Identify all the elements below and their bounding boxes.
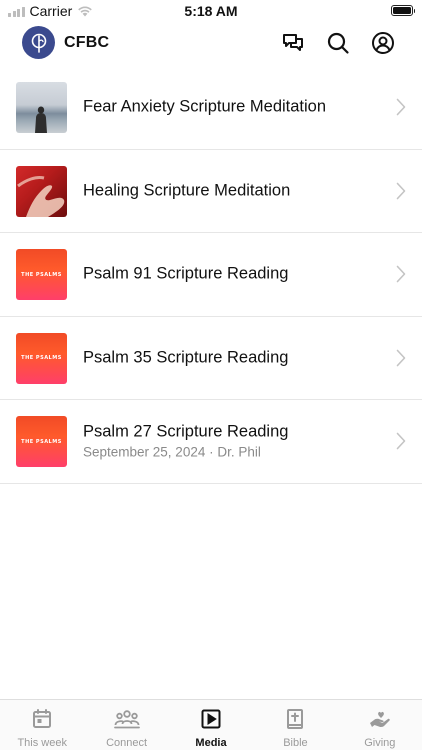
thumbnail-label: THE PSALMS [21,355,62,361]
account-icon[interactable] [371,31,395,55]
app-header: CFBC [0,24,422,64]
tab-label: Media [195,737,227,749]
logo-mark-icon [31,33,46,53]
tab-label: Giving [364,737,396,749]
thumbnail-label: THE PSALMS [21,438,62,445]
media-thumbnail [16,165,67,217]
calendar-icon [31,708,53,730]
item-title: Fear Anxiety Scripture Meditation [83,97,327,116]
item-text: Psalm 91 Scripture Reading [83,265,382,284]
giving-hand-icon [369,708,391,730]
tab-label: Connect [106,737,148,749]
chevron-right-icon [396,432,406,450]
tab-bible[interactable]: Bible [253,700,337,750]
media-list-item[interactable]: Healing Scripture Meditation [0,150,422,233]
tab-giving[interactable]: Giving [338,700,422,750]
status-bar: Carrier 5:18 AM [0,0,422,22]
battery-icon [391,5,415,16]
play-icon [200,708,222,730]
chevron-right-icon [396,265,406,283]
media-list: Fear Anxiety Scripture Meditation Healin… [0,66,422,484]
status-time: 5:18 AM [184,3,238,19]
church-logo[interactable] [22,26,55,59]
item-text: Psalm 27 Scripture Reading September 25,… [83,423,382,460]
media-list-item[interactable]: THE PSALMS Psalm 35 Scripture Reading [0,317,422,400]
media-list-item[interactable]: Fear Anxiety Scripture Meditation [0,66,422,150]
people-icon [113,708,140,730]
thumbnail-label: THE PSALMS [21,271,62,278]
chevron-right-icon [396,182,406,200]
media-thumbnail: THE PSALMS [16,249,67,300]
tab-bar: This week Connect Media Bible Giving [0,699,422,750]
app-title: CFBC [64,34,110,51]
media-thumbnail [16,82,67,133]
media-list-item[interactable]: THE PSALMS Psalm 27 Scripture Reading Se… [0,400,422,484]
item-title: Healing Scripture Meditation [83,181,291,200]
tab-this-week[interactable]: This week [0,700,84,750]
chevron-right-icon [396,349,406,367]
media-list-item[interactable]: THE PSALMS Psalm 91 Scripture Reading [0,233,422,317]
item-subtitle: September 25, 2024 · Dr. Phil [83,444,261,460]
item-text: Fear Anxiety Scripture Meditation [83,98,382,117]
search-icon[interactable] [326,31,350,55]
media-thumbnail: THE PSALMS [16,332,67,384]
tab-label: This week [17,737,67,749]
tab-label: Bible [283,737,308,749]
item-title: Psalm 27 Scripture Reading [83,422,289,441]
tab-connect[interactable]: Connect [84,700,168,750]
chat-bubbles-icon[interactable] [281,31,305,55]
bible-icon [284,708,306,730]
item-text: Psalm 35 Scripture Reading [83,348,382,367]
tab-media[interactable]: Media [169,700,253,750]
chevron-right-icon [396,98,406,116]
item-title: Psalm 91 Scripture Reading [83,264,289,283]
item-title: Psalm 35 Scripture Reading [83,348,289,367]
media-thumbnail: THE PSALMS [16,416,67,467]
item-text: Healing Scripture Meditation [83,181,382,200]
